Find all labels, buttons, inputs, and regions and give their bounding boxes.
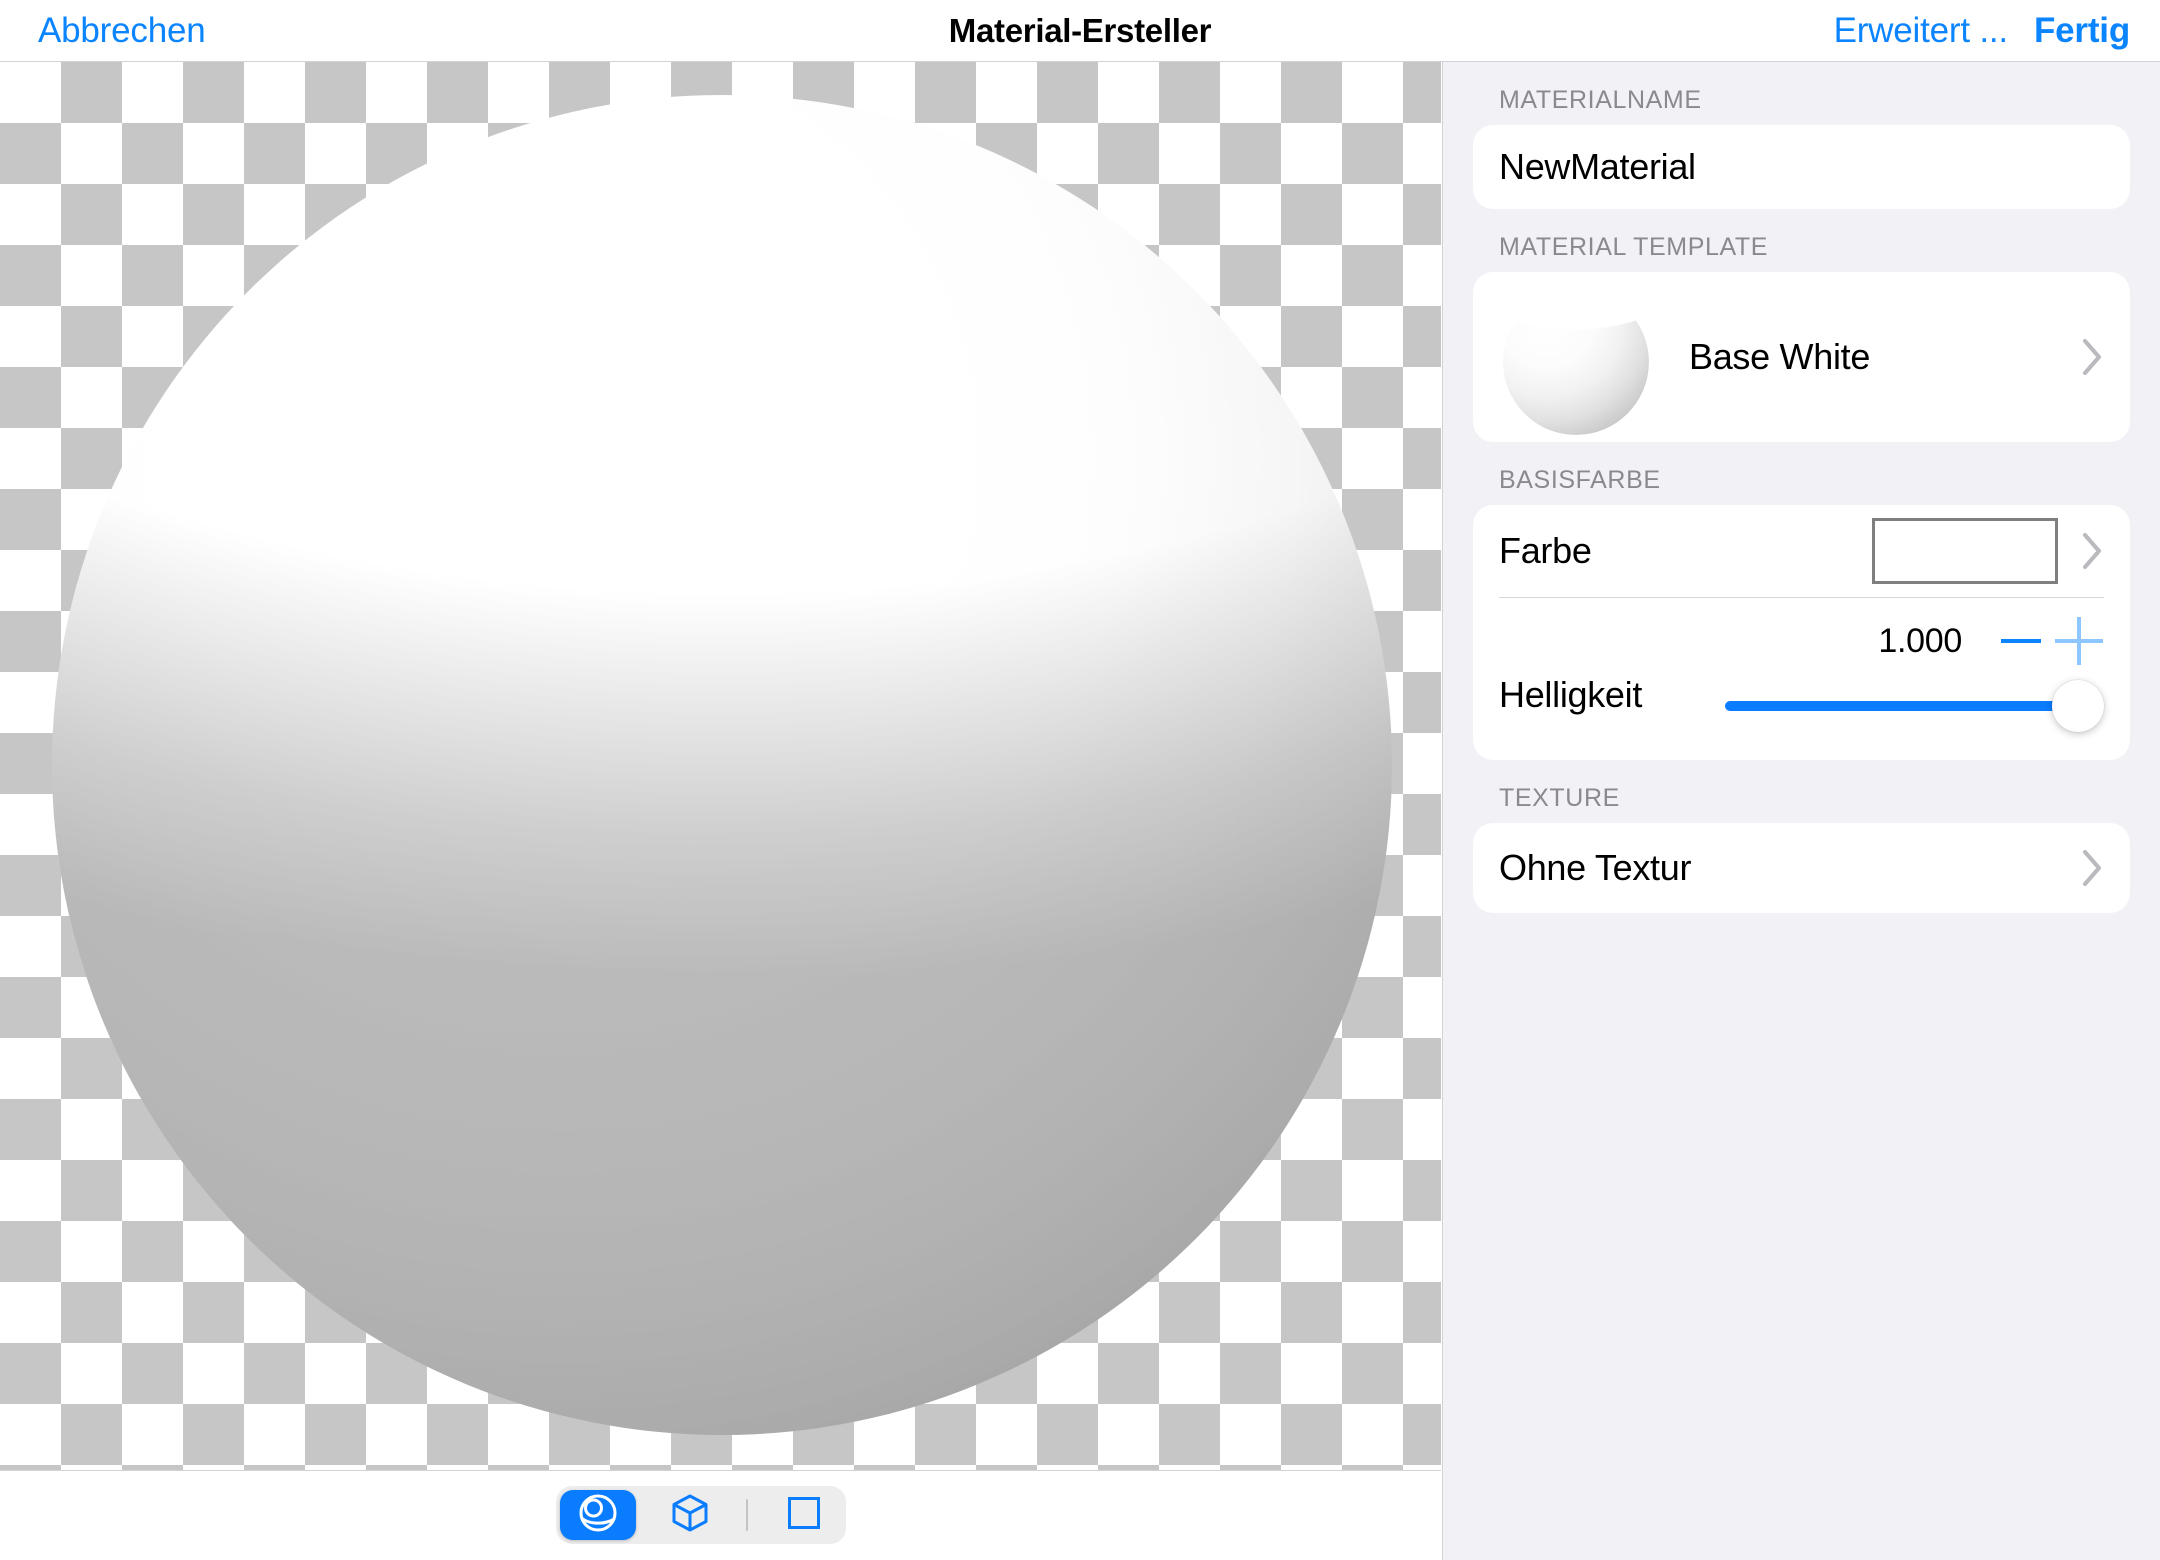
material-name-card: [1473, 125, 2130, 209]
material-name-input[interactable]: [1473, 146, 2130, 188]
texture-row[interactable]: Ohne Textur: [1473, 823, 2130, 913]
section-header-texture: TEXTURE: [1499, 784, 1620, 812]
chevron-right-icon: [2082, 338, 2104, 376]
brightness-slider[interactable]: [1725, 680, 2104, 732]
brightness-slider-knob[interactable]: [2052, 680, 2104, 732]
chevron-right-icon: [2082, 532, 2104, 570]
brightness-decrement-button[interactable]: [1992, 612, 2050, 670]
base-color-card: Farbe Helligkeit 1.000: [1473, 505, 2130, 760]
shape-option-sphere[interactable]: [560, 1490, 636, 1540]
brightness-slider-fill: [1725, 701, 2074, 711]
cube-icon: [668, 1491, 712, 1540]
navigation-bar: Abbrechen Material-Ersteller Erweitert .…: [0, 0, 2160, 62]
material-template-thumbnail: [1499, 281, 1651, 435]
chevron-right-icon: [2082, 849, 2104, 887]
brightness-value: 1.000: [1878, 621, 1962, 660]
material-settings-panel: MATERIALNAME MATERIAL TEMPLATE Base Whit…: [1442, 62, 2160, 1560]
segment-spacer: [636, 1490, 652, 1540]
material-preview-viewport[interactable]: [0, 62, 1441, 1471]
color-swatch[interactable]: [1872, 518, 2058, 584]
sphere-shading-overlay: [52, 95, 1392, 1435]
preview-shape-toolbar: [0, 1472, 1441, 1560]
shape-option-cube[interactable]: [652, 1490, 728, 1540]
color-row[interactable]: Farbe: [1473, 505, 2130, 597]
segment-divider: [746, 1499, 748, 1531]
brightness-slider-track: [1725, 701, 2074, 711]
section-header-material-template: MATERIAL TEMPLATE: [1499, 233, 1769, 261]
preview-sphere[interactable]: [52, 95, 1392, 1435]
brightness-stepper: 1.000: [1878, 612, 2108, 670]
color-row-label: Farbe: [1499, 530, 1592, 571]
shape-segmented-control: [556, 1486, 846, 1544]
sphere-icon: [576, 1491, 620, 1540]
sphere-thumbnail-icon: [1503, 289, 1649, 435]
navigation-bar-right-actions: Erweitert ... Fertig: [1834, 11, 2131, 51]
done-button[interactable]: Fertig: [2034, 11, 2130, 51]
section-header-base-color: BASISFARBE: [1499, 466, 1661, 494]
square-icon: [784, 1493, 824, 1538]
shape-option-plane[interactable]: [766, 1490, 842, 1540]
material-editor-screen: Abbrechen Material-Ersteller Erweitert .…: [0, 0, 2160, 1560]
material-template-value: Base White: [1689, 336, 1871, 377]
texture-value: Ohne Textur: [1499, 847, 1692, 888]
brightness-row: Helligkeit 1.000: [1473, 598, 2130, 760]
section-header-material-name: MATERIALNAME: [1499, 86, 1702, 114]
brightness-increment-button[interactable]: [2050, 612, 2108, 670]
advanced-button[interactable]: Erweitert ...: [1834, 11, 2009, 51]
material-template-row[interactable]: Base White: [1473, 272, 2130, 442]
brightness-row-label: Helligkeit: [1499, 674, 1643, 715]
